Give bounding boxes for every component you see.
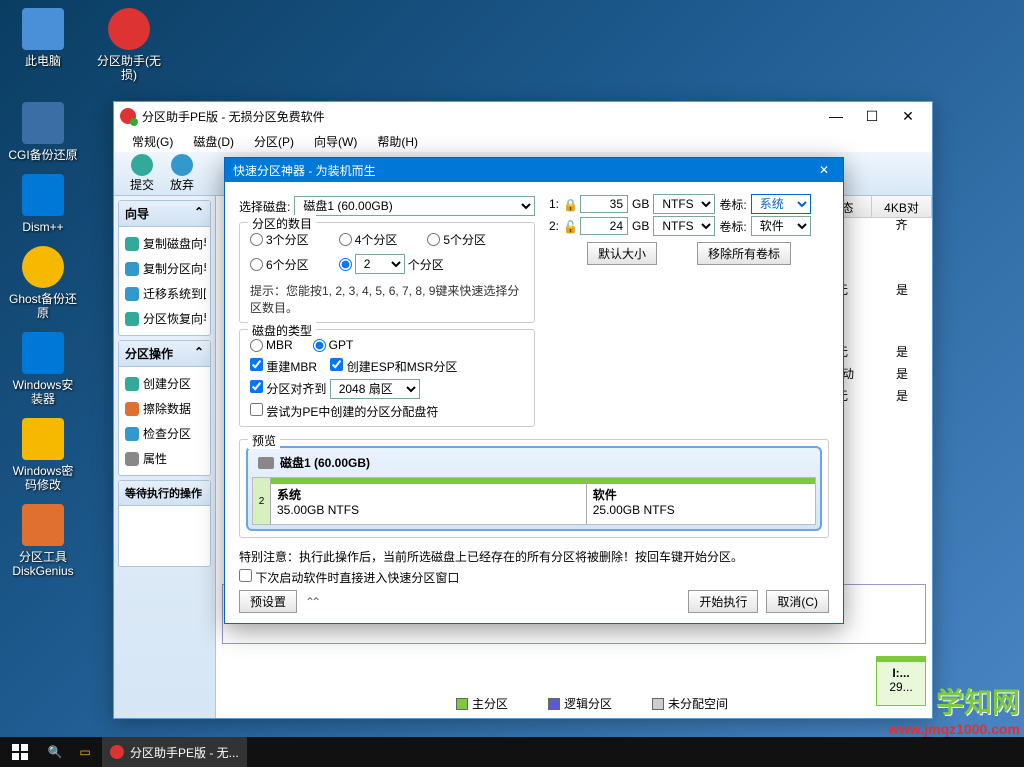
vol-select-2[interactable]: 软件 xyxy=(751,216,811,236)
menubar: 常规(G) 磁盘(D) 分区(P) 向导(W) 帮助(H) xyxy=(114,130,932,152)
minimize-button[interactable]: — xyxy=(818,104,854,128)
menu-wizard[interactable]: 向导(W) xyxy=(304,130,367,152)
radio-5[interactable]: 5个分区 xyxy=(427,231,486,248)
close-button[interactable]: ✕ xyxy=(890,104,926,128)
collapse-icon[interactable]: ⌃ xyxy=(194,345,204,362)
sidebar-item[interactable]: 擦除数据 xyxy=(123,396,206,421)
panel-partops: 分区操作⌃ 创建分区 擦除数据 检查分区 属性 xyxy=(118,340,211,476)
radio-3[interactable]: 3个分区 xyxy=(250,231,309,248)
preview-bar: 2 系统35.00GB NTFS 软件25.00GB NTFS xyxy=(252,477,816,525)
dialog-titlebar[interactable]: 快速分区神器 - 为装机而生 ✕ xyxy=(225,158,843,182)
chk-esp-msr[interactable]: 创建ESP和MSR分区 xyxy=(330,360,457,374)
menu-disk[interactable]: 磁盘(D) xyxy=(183,130,244,152)
window-title: 分区助手PE版 - 无损分区免费软件 xyxy=(142,108,325,125)
desktop-icon-cgi[interactable]: CGI备份还原 xyxy=(8,102,78,162)
warning-text: 特别注意：执行此操作后，当前所选磁盘上已经存在的所有分区将被删除！按回车键开始分… xyxy=(239,548,829,565)
legend: 主分区 逻辑分区 未分配空间 xyxy=(456,695,728,712)
tool-commit[interactable]: 提交 xyxy=(130,154,154,193)
chk-rebuild-mbr[interactable]: 重建MBR xyxy=(250,360,317,374)
disk-select[interactable]: 磁盘1 (60.00GB) xyxy=(294,196,535,216)
chk-align[interactable]: 分区对齐到 xyxy=(250,382,326,396)
taskbar: 🔍 ▭ 分区助手PE版 - 无... xyxy=(0,737,1024,767)
fs-select-2[interactable]: NTFS xyxy=(653,216,715,236)
taskbar-search-icon[interactable]: 🔍 xyxy=(40,737,70,767)
fs-select-1[interactable]: NTFS xyxy=(653,194,715,214)
taskbar-app-button[interactable]: 分区助手PE版 - 无... xyxy=(102,737,247,767)
dialog-close-button[interactable]: ✕ xyxy=(813,161,835,179)
start-button[interactable] xyxy=(0,737,40,767)
size-input-1[interactable] xyxy=(580,195,628,213)
cancel-button[interactable]: 取消(C) xyxy=(766,590,829,613)
default-size-button[interactable]: 默认大小 xyxy=(587,242,657,265)
start-button[interactable]: 开始执行 xyxy=(688,590,758,613)
radio-gpt[interactable]: GPT xyxy=(313,338,354,352)
align-select[interactable]: 2048 扇区 xyxy=(330,379,420,399)
tool-discard[interactable]: 放弃 xyxy=(170,154,194,193)
size-input-2[interactable] xyxy=(580,217,628,235)
panel-pending: 等待执行的操作 xyxy=(118,480,211,567)
lock-icon[interactable]: 🔓 xyxy=(563,220,576,233)
preview-seg-1[interactable]: 系统35.00GB NTFS xyxy=(271,478,587,524)
taskbar-explorer-icon[interactable]: ▭ xyxy=(70,737,100,767)
sidebar-item[interactable]: 分区恢复向导 xyxy=(123,306,206,331)
preset-button[interactable]: 预设置 xyxy=(239,590,297,613)
desktop-icon-this-pc[interactable]: 此电脑 xyxy=(8,8,78,68)
hint-text: 提示：您能按1, 2, 3, 4, 5, 6, 7, 8, 9键来快速选择分区数… xyxy=(250,282,524,316)
quick-partition-dialog: 快速分区神器 - 为装机而生 ✕ 选择磁盘: 磁盘1 (60.00GB) 分区的… xyxy=(224,157,844,624)
desktop-icon-winpwd[interactable]: Windows密码修改 xyxy=(8,418,78,492)
desktop-icon-wininst[interactable]: Windows安装器 xyxy=(8,332,78,406)
panel-wizard: 向导⌃ 复制磁盘向导 复制分区向导 迁移系统到固 分区恢复向导 xyxy=(118,200,211,336)
clear-labels-button[interactable]: 移除所有卷标 xyxy=(697,242,791,265)
preview-group: 预览 磁盘1 (60.00GB) 2 系统35.00GB NTFS 软件25.0… xyxy=(239,439,829,538)
desktop-icon-dism[interactable]: Dism++ xyxy=(8,174,78,234)
partition-row-2: 2: 🔓 GB NTFS 卷标: 软件 xyxy=(549,216,829,236)
sidebar-item[interactable]: 迁移系统到固 xyxy=(123,281,206,306)
disk-type-group: 磁盘的类型 MBR GPT 重建MBR 创建ESP和MSR分区 分区对齐到 20… xyxy=(239,329,535,427)
app-icon xyxy=(120,108,136,124)
sidebar-item[interactable]: 检查分区 xyxy=(123,421,206,446)
sidebar-item[interactable]: 属性 xyxy=(123,446,206,471)
menu-general[interactable]: 常规(G) xyxy=(122,130,183,152)
select-disk-label: 选择磁盘: xyxy=(239,198,290,215)
menu-partition[interactable]: 分区(P) xyxy=(244,130,304,152)
radio-4[interactable]: 4个分区 xyxy=(339,231,398,248)
titlebar[interactable]: 分区助手PE版 - 无损分区免费软件 — ☐ ✕ xyxy=(114,102,932,130)
partition-row-1: 1: 🔒 GB NTFS 卷标: 系统 xyxy=(549,194,829,214)
chk-pe-letter[interactable]: 尝试为PE中创建的分区分配盘符 xyxy=(250,405,438,419)
radio-6[interactable]: 6个分区 xyxy=(250,254,309,274)
sidebar-item[interactable]: 复制分区向导 xyxy=(123,256,206,281)
disk-icon xyxy=(258,457,274,469)
desktop-icon-parthelper[interactable]: 分区助手(无损) xyxy=(94,8,164,82)
maximize-button[interactable]: ☐ xyxy=(854,104,890,128)
chk-next-time[interactable]: 下次启动软件时直接进入快速分区窗口 xyxy=(239,571,459,585)
radio-mbr[interactable]: MBR xyxy=(250,338,293,352)
collapse-icon[interactable]: ⌃ xyxy=(194,205,204,222)
desktop-icon-diskgenius[interactable]: 分区工具DiskGenius xyxy=(8,504,78,578)
preview-seg-2[interactable]: 软件25.00GB NTFS xyxy=(587,478,815,524)
left-pane: 向导⌃ 复制磁盘向导 复制分区向导 迁移系统到固 分区恢复向导 分区操作⌃ 创建… xyxy=(114,196,216,718)
menu-help[interactable]: 帮助(H) xyxy=(367,130,428,152)
vol-select-1[interactable]: 系统 xyxy=(751,194,811,214)
custom-count-select[interactable]: 2 xyxy=(355,254,405,274)
lock-icon[interactable]: 🔒 xyxy=(563,198,576,211)
watermark: 学知网 www.jmqz1000.com xyxy=(888,681,1020,737)
sidebar-item[interactable]: 复制磁盘向导 xyxy=(123,231,206,256)
desktop-icon-ghost[interactable]: Ghost备份还原 xyxy=(8,246,78,320)
partition-count-group: 分区的数目 3个分区 4个分区 5个分区 6个分区 2 个分区 提示：您能按1,… xyxy=(239,222,535,323)
sidebar-item[interactable]: 创建分区 xyxy=(123,371,206,396)
chevron-icon[interactable]: ⌃⌃ xyxy=(305,595,317,609)
radio-custom[interactable]: 2 个分区 xyxy=(339,254,444,274)
